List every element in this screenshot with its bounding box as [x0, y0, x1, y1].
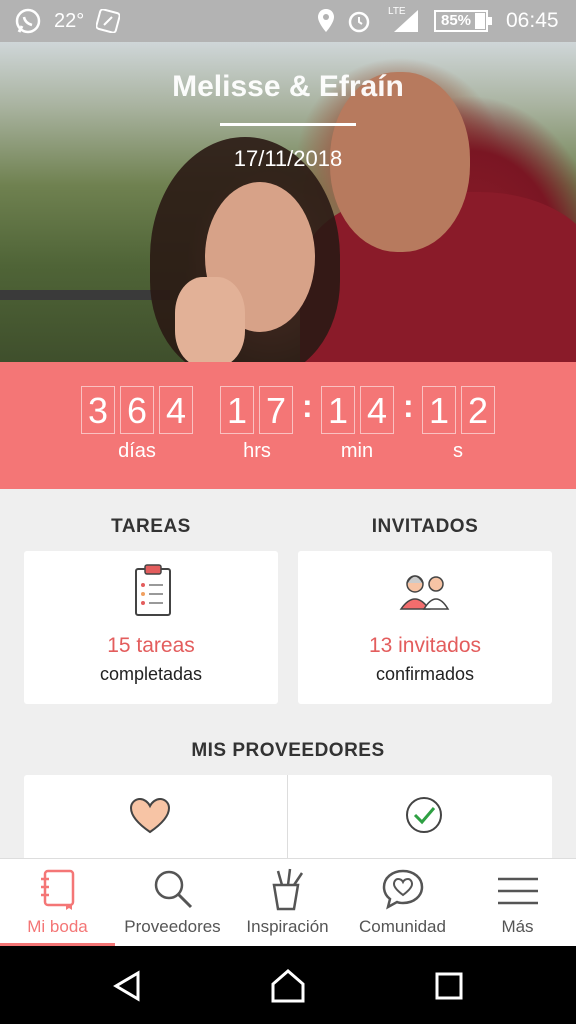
countdown-panel: 3 6 4 1 7 : 1 4 : 1 2 días hrs min s: [0, 362, 576, 489]
whatsapp-icon: [14, 0, 42, 42]
photo-hand-ring: [175, 277, 245, 362]
tab-mas[interactable]: Más: [460, 859, 575, 947]
tasks-section-title: TAREAS: [111, 516, 191, 537]
location-icon: [316, 0, 336, 42]
signal-icon: [392, 0, 420, 42]
minutes-label: min: [340, 440, 374, 462]
couple-photo-header: Melisse & Efraín 17/11/2018: [0, 42, 576, 362]
vendors-card: [24, 775, 552, 865]
system-nav-bar: [0, 946, 576, 1024]
bottom-tab-bar: Mi boda Proveedores Inspiración Comunida…: [0, 858, 576, 947]
temperature-text: 22°: [54, 10, 85, 32]
search-icon: [154, 870, 193, 909]
clock: 06:45: [506, 9, 559, 32]
countdown-digit: 1: [422, 386, 456, 434]
guests-count: 13 invitados: [368, 634, 482, 657]
recents-icon[interactable]: [434, 971, 464, 1006]
tasks-subtitle: completadas: [99, 664, 203, 684]
back-icon[interactable]: [112, 970, 144, 1007]
maps-icon: [95, 0, 121, 42]
heart-icon[interactable]: [129, 797, 171, 840]
seconds-label: s: [453, 440, 463, 462]
alarm-icon: [346, 0, 372, 42]
heart-chat-icon: [382, 869, 424, 910]
hours-label: hrs: [243, 440, 271, 462]
tab-label: Inspiración: [246, 917, 329, 936]
tab-label: Comunidad: [359, 917, 446, 936]
countdown-digit: 1: [220, 386, 254, 434]
guests-section-title: INVITADOS: [371, 516, 479, 537]
clipboard-icon: [133, 563, 173, 624]
countdown-digit: 1: [321, 386, 355, 434]
guests-subtitle: confirmados: [375, 664, 475, 684]
guests-card[interactable]: 13 invitados confirmados: [298, 551, 552, 704]
tasks-card[interactable]: 15 tareas completadas: [24, 551, 278, 704]
time-separator: :: [403, 388, 414, 424]
countdown-digit: 4: [360, 386, 394, 434]
guests-icon: [398, 571, 452, 616]
home-icon[interactable]: [270, 968, 306, 1009]
tab-label: Mi boda: [27, 917, 88, 936]
vendors-section-title: MIS PROVEEDORES: [191, 740, 385, 761]
tab-proveedores[interactable]: Proveedores: [115, 859, 230, 947]
countdown-digit: 3: [81, 386, 115, 434]
check-circle-icon[interactable]: [404, 795, 444, 840]
tab-inspiracion[interactable]: Inspiración: [230, 859, 345, 947]
countdown-digit: 2: [461, 386, 495, 434]
days-label: días: [118, 440, 156, 462]
pencil-cup-icon: [272, 868, 304, 911]
photo-railing: [0, 290, 170, 300]
countdown-digit: 7: [259, 386, 293, 434]
tab-label: Más: [501, 917, 534, 936]
status-bar: 22° LTE 85% 06:45: [0, 0, 576, 42]
vendors-divider: [287, 775, 288, 865]
tab-label: Proveedores: [124, 917, 221, 936]
wedding-date: 17/11/2018: [233, 146, 343, 171]
menu-icon: [498, 877, 538, 905]
tab-mi-boda[interactable]: Mi boda: [0, 859, 115, 947]
tab-comunidad[interactable]: Comunidad: [345, 859, 460, 947]
time-separator: :: [302, 388, 313, 424]
countdown-digit: 6: [120, 386, 154, 434]
notebook-icon: [41, 869, 75, 910]
countdown-digit: 4: [159, 386, 193, 434]
tasks-count: 15 tareas: [107, 634, 195, 657]
couple-names: Melisse & Efraín: [172, 70, 404, 103]
title-divider: [220, 123, 356, 126]
battery-level: 85%: [441, 12, 472, 29]
